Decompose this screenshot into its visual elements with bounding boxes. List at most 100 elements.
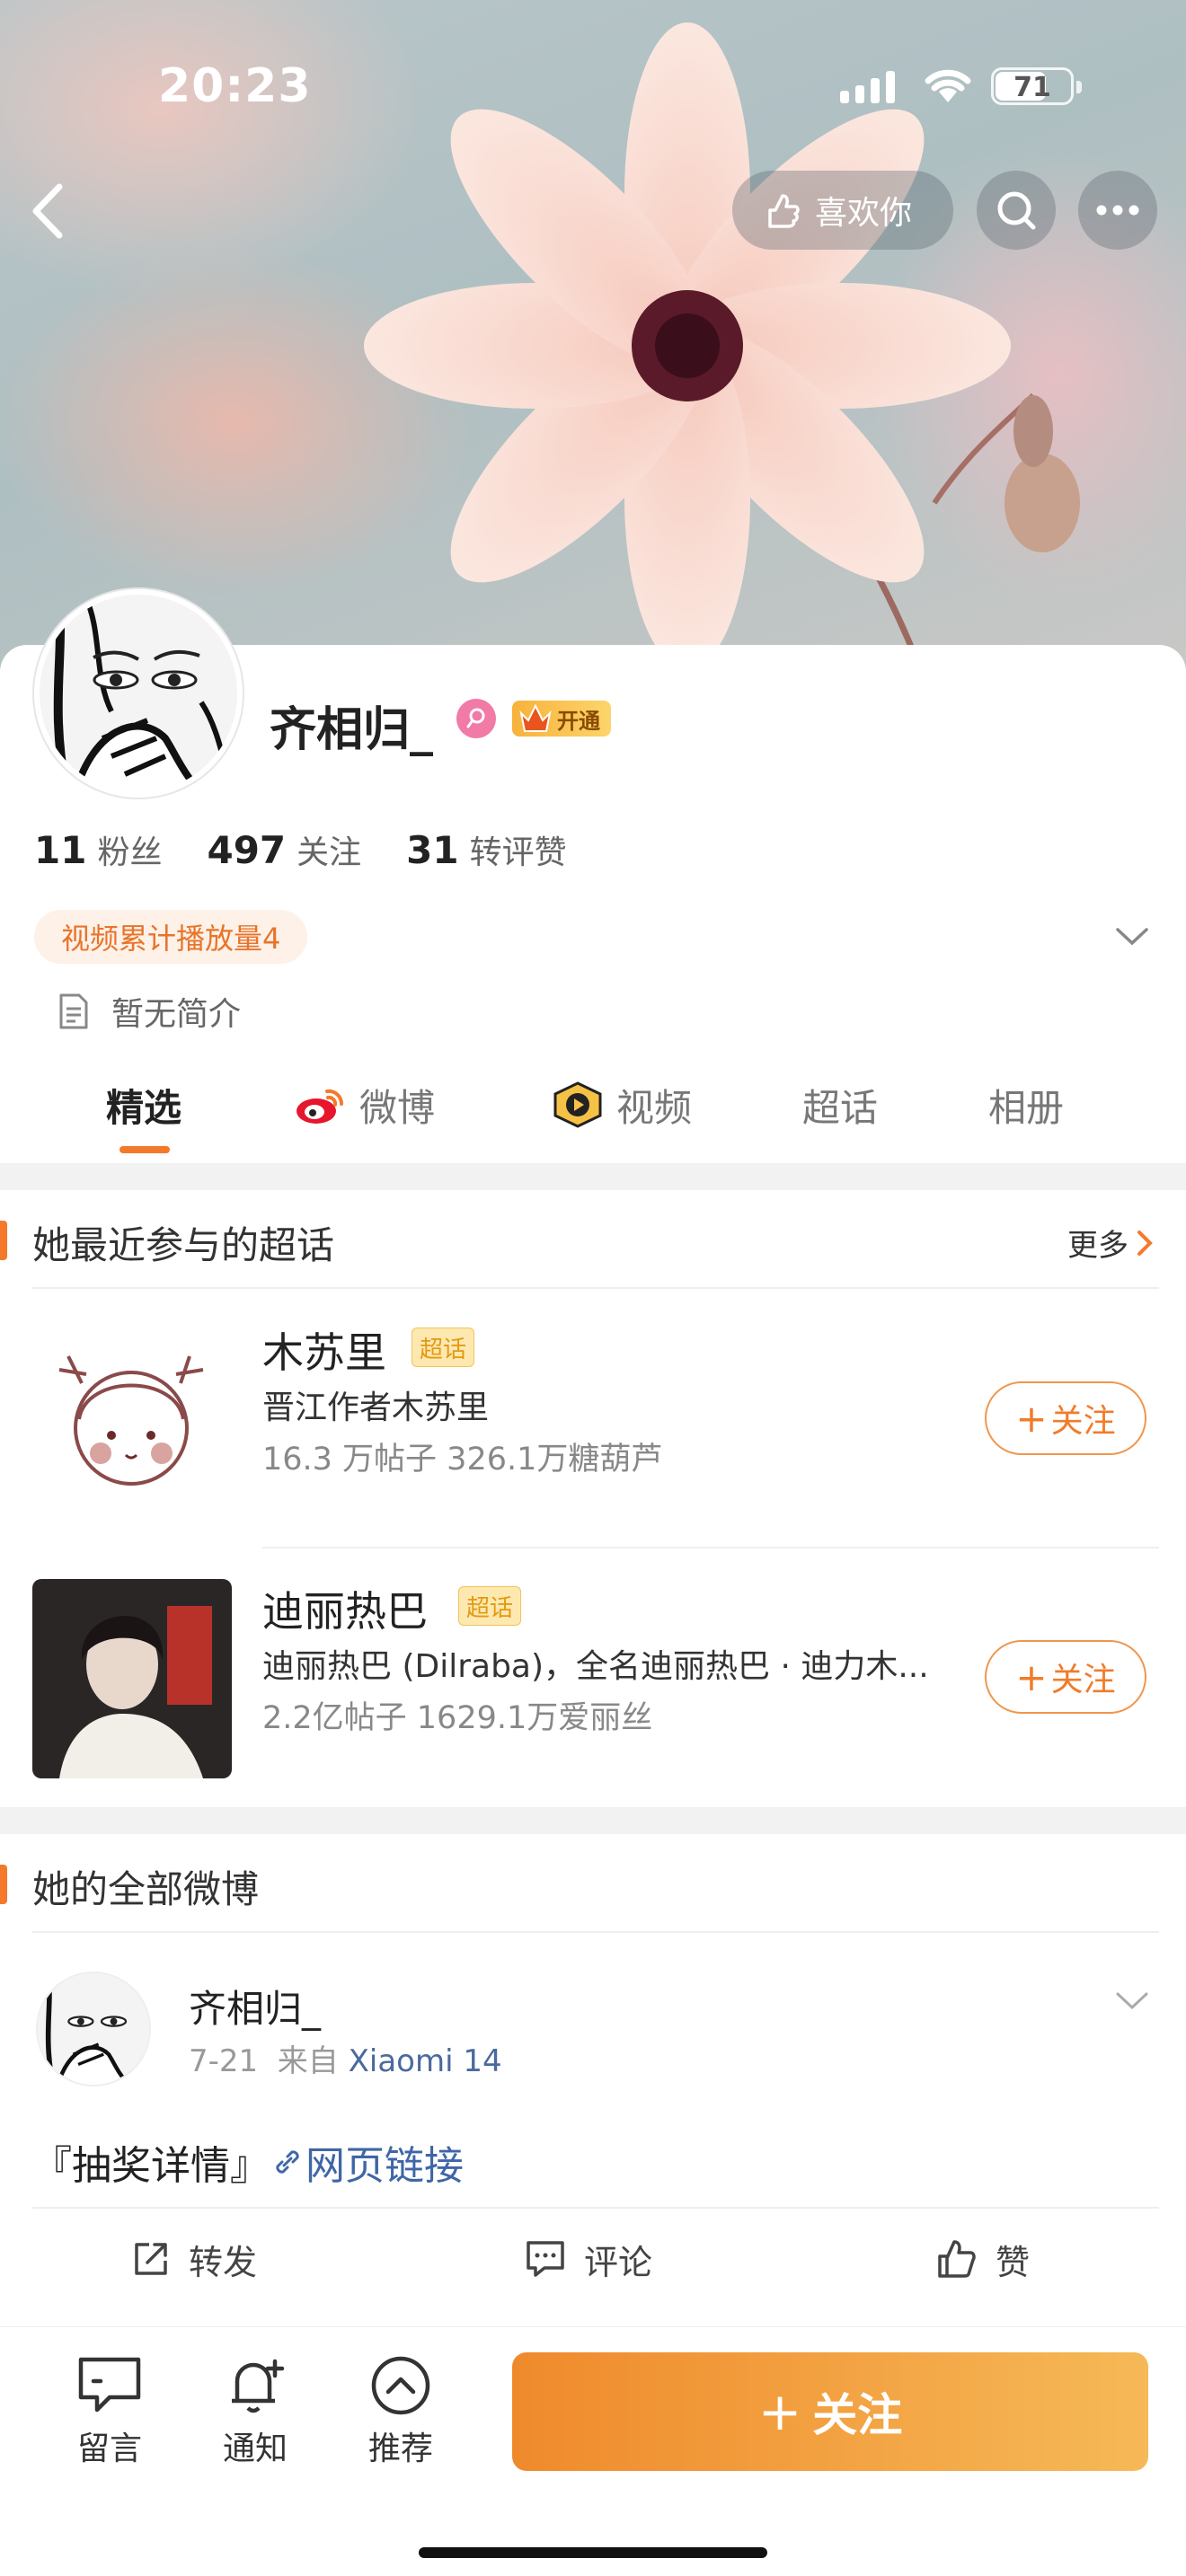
heart-hand-icon	[768, 194, 800, 228]
like-you-button[interactable]: 喜欢你	[732, 171, 953, 250]
follow-user-label: 关注	[812, 2389, 903, 2441]
message-button[interactable]: 留言	[56, 2354, 164, 2469]
post-author-avatar[interactable]	[36, 1972, 151, 2086]
plus-icon: +	[1015, 1396, 1048, 1441]
avatar-sketch-image	[38, 1973, 149, 2085]
notify-button[interactable]: 通知	[201, 2354, 309, 2469]
divider	[262, 1547, 1159, 1548]
avatar[interactable]	[34, 589, 243, 798]
follow-label: 关注	[1050, 1662, 1116, 1698]
cellular-signal-icon	[840, 67, 895, 103]
home-indicator[interactable]	[419, 2547, 767, 2558]
fans-label[interactable]: 粉丝	[97, 826, 162, 873]
chevron-down-icon[interactable]	[1114, 925, 1150, 948]
super-topic-badge: 超话	[412, 1328, 475, 1367]
comment-button[interactable]: 评论	[525, 2210, 652, 2308]
back-arrow-icon[interactable]	[23, 180, 77, 243]
battery-level: 71	[1013, 72, 1051, 103]
status-time: 20:23	[158, 59, 312, 113]
vip-open-badge[interactable]: 开通	[512, 701, 611, 737]
follow-label: 关注	[1050, 1403, 1116, 1440]
chevron-right-icon	[1137, 1230, 1153, 1256]
chevron-down-icon[interactable]	[1114, 1989, 1150, 2013]
plus-icon: +	[1015, 1654, 1048, 1699]
post-date: 7-21	[189, 2043, 259, 2079]
super-topics-title: 她最近参与的超话	[32, 1223, 335, 1267]
divider	[32, 1287, 1159, 1289]
tab-weibo-label: 微博	[359, 1085, 436, 1130]
active-tab-indicator	[119, 1146, 170, 1153]
tab-video[interactable]: 视频	[552, 1073, 692, 1136]
topic-image-dilireba	[32, 1579, 232, 1778]
more-label: 更多	[1067, 1228, 1128, 1264]
post-meta: 7-21 来自 Xiaomi 14	[189, 2036, 502, 2080]
following-count[interactable]: 497	[207, 828, 286, 872]
post-actions: 转发 评论 赞	[0, 2210, 1186, 2308]
more-options-button[interactable]	[1078, 171, 1157, 250]
topic-meta: 16.3 万帖子 326.1万糖葫芦	[262, 1442, 663, 1478]
topic-image-musuli	[32, 1320, 232, 1520]
repost-button[interactable]: 转发	[131, 2210, 257, 2308]
intro-text: 暂无简介	[111, 996, 242, 1033]
topic-name: 迪丽热巴	[262, 1587, 428, 1636]
topic-desc: 迪丽热巴 (Dilraba)，全名迪丽热巴 · 迪力木...	[262, 1648, 929, 1685]
profile-name: 齐相归_	[270, 703, 434, 757]
plus-icon: +	[757, 2381, 802, 2442]
post-author-name[interactable]: 齐相归_	[189, 1979, 321, 2033]
tab-super-topic-label: 超话	[802, 1085, 879, 1130]
female-badge[interactable]	[456, 699, 496, 738]
web-link[interactable]: 网页链接	[270, 2133, 464, 2191]
chibi-girl-image	[32, 1320, 232, 1520]
bell-plus-icon	[232, 2359, 285, 2413]
fans-count[interactable]: 11	[34, 828, 86, 872]
follow-user-button[interactable]: + 关注	[512, 2352, 1148, 2471]
interactions-label[interactable]: 转评赞	[470, 826, 567, 873]
more-link[interactable]: 更多	[1067, 1221, 1154, 1265]
message-label: 留言	[76, 2430, 142, 2467]
profile-intro: 暂无简介	[58, 988, 241, 1035]
recommend-button[interactable]: 推荐	[347, 2354, 455, 2469]
post-from-label: 来自	[277, 2043, 339, 2079]
divider	[32, 1931, 1159, 1933]
topic-desc: 晋江作者木苏里	[262, 1389, 490, 1426]
follow-topic-button[interactable]: + 关注	[985, 1640, 1146, 1714]
video-plays-tag[interactable]: 视频累计播放量4	[34, 910, 308, 964]
video-channel-icon	[553, 1081, 602, 1128]
tab-album-label: 相册	[988, 1085, 1065, 1130]
link-icon	[276, 2150, 299, 2174]
status-bar: 20:23 71	[0, 0, 1186, 171]
comment-icon	[527, 2241, 564, 2277]
notify-label: 通知	[222, 2430, 288, 2467]
tab-album[interactable]: 相册	[988, 1073, 1064, 1136]
cover-image: 20:23 71 喜欢你	[0, 0, 1186, 683]
profile-stats: 11 粉丝 497 关注 31 转评赞	[34, 826, 612, 873]
following-label[interactable]: 关注	[296, 826, 361, 873]
topic-item-dilireba[interactable]: 迪丽热巴 超话 迪丽热巴 (Dilraba)，全名迪丽热巴 · 迪力木... 2…	[0, 1579, 1186, 1822]
post-source[interactable]: Xiaomi 14	[349, 2043, 502, 2079]
profile-screen: { "status_bar": {"time": "20:23", "batte…	[0, 0, 1186, 2576]
more-dots-icon	[1096, 205, 1139, 216]
profile-tabs: 精选 微博 视频 超话 相册	[0, 1073, 1186, 1163]
like-you-label: 喜欢你	[815, 195, 913, 232]
vip-open-label: 开通	[557, 708, 600, 734]
super-topics-header: 她最近参与的超话 更多	[0, 1190, 1186, 1289]
topic-name: 木苏里	[262, 1328, 386, 1377]
wifi-icon	[925, 69, 971, 102]
search-button[interactable]	[977, 171, 1056, 250]
interactions-count[interactable]: 31	[406, 828, 458, 872]
like-button[interactable]: 赞	[936, 2210, 1030, 2308]
web-link-label: 网页链接	[305, 2143, 464, 2189]
topic-meta: 2.2亿帖子 1629.1万爱丽丝	[262, 1700, 653, 1736]
search-icon	[997, 191, 1036, 230]
crown-icon	[519, 703, 552, 732]
follow-topic-button[interactable]: + 关注	[985, 1381, 1146, 1455]
topic-item-musuli[interactable]: 木苏里 超话 晋江作者木苏里 16.3 万帖子 326.1万糖葫芦 + 关注	[0, 1320, 1186, 1563]
tab-super-topic[interactable]: 超话	[802, 1073, 878, 1136]
tab-weibo[interactable]: 微博	[295, 1073, 435, 1136]
avatar-sketch-image	[40, 595, 237, 792]
weibo-section-header: 她的全部微博	[0, 1834, 1186, 1933]
divider	[32, 2207, 1159, 2209]
celebrity-photo	[32, 1579, 232, 1778]
battery-icon: 71	[991, 67, 1082, 105]
tab-featured[interactable]: 精选	[106, 1073, 181, 1136]
